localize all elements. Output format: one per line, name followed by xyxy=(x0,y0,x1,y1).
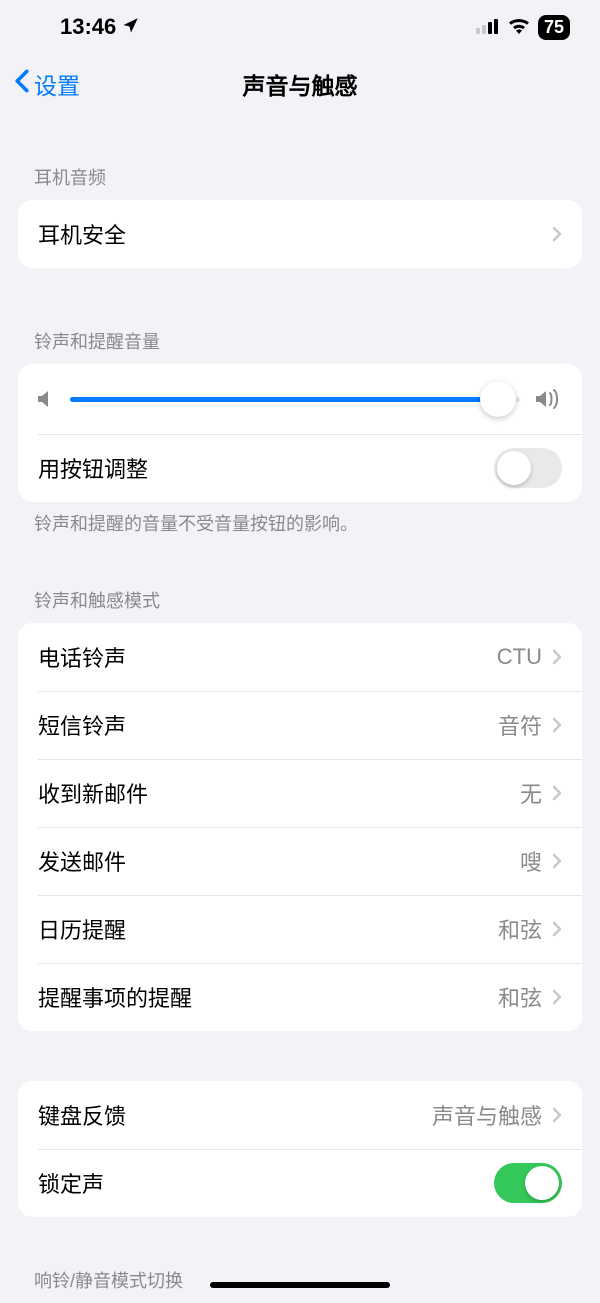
status-right: 75 xyxy=(476,14,570,40)
section-header-headphone: 耳机音频 xyxy=(0,164,600,200)
home-indicator[interactable] xyxy=(210,1282,390,1288)
group-patterns: 电话铃声CTU短信铃声音符收到新邮件无发送邮件嗖日历提醒和弦提醒事项的提醒和弦 xyxy=(18,623,582,1031)
row-keyboard-feedback[interactable]: 键盘反馈 声音与触感 xyxy=(18,1081,582,1149)
status-bar: 13:46 75 xyxy=(0,0,600,54)
row-lock-sound: 锁定声 xyxy=(18,1149,582,1217)
chevron-left-icon xyxy=(14,69,30,99)
row-label: 短信铃声 xyxy=(38,709,498,741)
row-value: CTU xyxy=(497,644,542,670)
chevron-right-icon xyxy=(552,921,562,937)
row-label: 耳机安全 xyxy=(38,218,552,250)
group-keyboard: 键盘反馈 声音与触感 锁定声 xyxy=(18,1081,582,1217)
row-headphone-safety[interactable]: 耳机安全 xyxy=(18,200,582,268)
toggle-lock-sound[interactable] xyxy=(494,1163,562,1203)
slider-thumb[interactable] xyxy=(480,381,516,417)
chevron-right-icon xyxy=(552,649,562,665)
row-pattern-item[interactable]: 发送邮件嗖 xyxy=(18,827,582,895)
row-value: 音符 xyxy=(498,709,542,741)
nav-bar: 设置 声音与触感 xyxy=(0,54,600,114)
page-title: 声音与触感 xyxy=(243,67,358,101)
location-icon xyxy=(122,14,140,40)
row-pattern-item[interactable]: 提醒事项的提醒和弦 xyxy=(18,963,582,1031)
row-label: 电话铃声 xyxy=(38,641,497,673)
toggle-button-adjust[interactable] xyxy=(494,448,562,488)
group-volume: 用按钮调整 xyxy=(18,364,582,502)
row-label: 发送邮件 xyxy=(38,845,520,877)
battery-level: 75 xyxy=(544,17,564,38)
chevron-right-icon xyxy=(552,989,562,1005)
chevron-right-icon xyxy=(552,226,562,242)
row-label: 键盘反馈 xyxy=(38,1099,432,1131)
back-button[interactable]: 设置 xyxy=(14,67,80,101)
row-value: 无 xyxy=(520,777,542,809)
row-label: 收到新邮件 xyxy=(38,777,520,809)
chevron-right-icon xyxy=(552,717,562,733)
row-label: 用按钮调整 xyxy=(38,452,494,484)
section-footer-volume: 铃声和提醒的音量不受音量按钮的影响。 xyxy=(0,502,600,537)
cellular-icon xyxy=(476,14,500,40)
row-value: 声音与触感 xyxy=(432,1099,542,1131)
row-pattern-item[interactable]: 日历提醒和弦 xyxy=(18,895,582,963)
group-headphone: 耳机安全 xyxy=(18,200,582,268)
row-pattern-item[interactable]: 短信铃声音符 xyxy=(18,691,582,759)
section-header-patterns: 铃声和触感模式 xyxy=(0,587,600,623)
row-volume-slider xyxy=(18,364,582,434)
volume-high-icon xyxy=(536,389,562,409)
row-label: 日历提醒 xyxy=(38,913,498,945)
chevron-right-icon xyxy=(552,1107,562,1123)
row-value: 嗖 xyxy=(520,845,542,877)
wifi-icon xyxy=(508,14,530,40)
volume-slider[interactable] xyxy=(70,397,520,402)
status-time: 13:46 xyxy=(60,14,116,40)
volume-low-icon xyxy=(38,389,54,409)
row-button-adjust: 用按钮调整 xyxy=(18,434,582,502)
chevron-right-icon xyxy=(552,853,562,869)
content: 耳机音频 耳机安全 铃声和提醒音量 用按钮调整 xyxy=(0,114,600,1303)
row-value: 和弦 xyxy=(498,981,542,1013)
chevron-right-icon xyxy=(552,785,562,801)
row-label: 锁定声 xyxy=(38,1167,494,1199)
battery-indicator: 75 xyxy=(538,15,570,40)
status-time-area: 13:46 xyxy=(60,14,140,40)
row-label: 提醒事项的提醒 xyxy=(38,981,498,1013)
section-header-volume: 铃声和提醒音量 xyxy=(0,328,600,364)
row-value: 和弦 xyxy=(498,913,542,945)
row-pattern-item[interactable]: 收到新邮件无 xyxy=(18,759,582,827)
row-pattern-item[interactable]: 电话铃声CTU xyxy=(18,623,582,691)
back-label: 设置 xyxy=(34,67,80,101)
